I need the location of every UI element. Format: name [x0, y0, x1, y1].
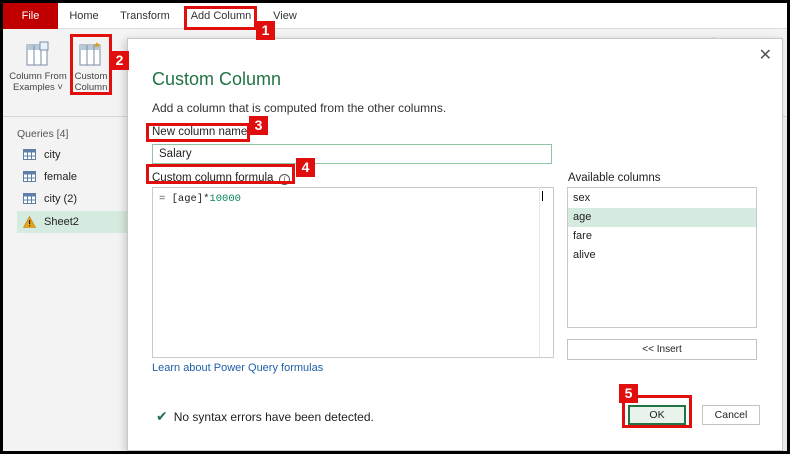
new-column-name-label: New column name	[152, 126, 248, 138]
queries-header: Queries [4]	[17, 128, 69, 140]
query-label: city (2)	[44, 193, 77, 205]
formula-reference: [age]*	[171, 193, 210, 205]
syntax-status: ✔ No syntax errors have been detected.	[156, 408, 374, 425]
formula-text: = [age]*10000	[159, 193, 241, 205]
available-column-item-selected[interactable]: age	[568, 208, 756, 227]
table-icon	[23, 149, 36, 160]
tab-file[interactable]: File	[3, 3, 58, 29]
query-item[interactable]: city	[17, 144, 129, 166]
dialog-title: Custom Column	[152, 69, 282, 89]
power-query-window: File Home Transform Add Column View Colu…	[3, 3, 787, 451]
available-column-item[interactable]: sex	[568, 189, 756, 208]
custom-column-formula-label: Custom column formula	[152, 172, 274, 184]
column-from-examples-label-1: Column From	[9, 71, 67, 82]
check-icon: ✔	[156, 408, 168, 424]
table-icon	[23, 193, 36, 204]
dropdown-arrow-icon: ˅	[57, 82, 63, 93]
custom-column-label-2: Column	[74, 82, 108, 93]
dialog-description: Add a column that is computed from the o…	[152, 101, 447, 115]
insert-button[interactable]: << Insert	[567, 339, 757, 360]
query-item[interactable]: female	[17, 166, 129, 188]
formula-scrollbar[interactable]	[539, 188, 553, 357]
formula-number: 10000	[209, 193, 241, 205]
formula-prefix: =	[159, 193, 172, 205]
column-from-examples-label-2: Examples ˅	[9, 82, 67, 93]
column-from-examples-label-2-text: Examples	[13, 82, 55, 93]
query-item-selected[interactable]: Sheet2	[17, 211, 129, 233]
custom-column-button[interactable]: Custom Column	[71, 41, 111, 93]
annotation-badge-5: 5	[619, 384, 638, 403]
table-icon	[23, 171, 36, 182]
tab-view[interactable]: View	[271, 3, 299, 29]
syntax-status-text: No syntax errors have been detected.	[173, 410, 374, 424]
info-icon[interactable]: i	[279, 174, 290, 185]
column-from-examples-icon	[26, 41, 49, 66]
available-columns-list[interactable]: sex age fare alive	[567, 187, 757, 328]
custom-column-formula-editor[interactable]: = [age]*10000	[152, 187, 554, 358]
query-label: city	[44, 149, 61, 161]
ribbon-tab-bar: File Home Transform Add Column View	[3, 3, 787, 29]
cancel-button[interactable]: Cancel	[702, 405, 760, 425]
ok-button[interactable]: OK	[628, 405, 686, 425]
annotation-badge-3: 3	[249, 116, 268, 135]
query-label: Sheet2	[44, 216, 79, 228]
custom-column-dialog: ✕ Custom Column Add a column that is com…	[127, 38, 783, 451]
tab-home[interactable]: Home	[63, 3, 105, 29]
query-label: female	[44, 171, 78, 183]
available-column-item[interactable]: fare	[568, 227, 756, 246]
tab-transform[interactable]: Transform	[117, 3, 173, 29]
custom-column-icon	[79, 42, 101, 66]
annotation-badge-1: 1	[256, 21, 275, 40]
annotation-badge-4: 4	[296, 158, 315, 177]
available-column-item[interactable]: alive	[568, 246, 756, 265]
new-column-name-input[interactable]: Salary	[152, 144, 552, 164]
queries-pane: Queries [4] city female city (2) Sheet2	[3, 118, 129, 451]
window-edge	[783, 118, 787, 451]
available-columns-label: Available columns	[568, 172, 661, 184]
warning-icon	[23, 216, 36, 228]
custom-column-label-1: Custom	[74, 71, 108, 82]
learn-power-query-link[interactable]: Learn about Power Query formulas	[152, 362, 323, 374]
close-icon[interactable]: ✕	[759, 45, 772, 65]
query-item[interactable]: city (2)	[17, 188, 129, 210]
tab-add-column[interactable]: Add Column	[186, 3, 256, 29]
column-from-examples-button[interactable]: Column From Examples ˅	[9, 41, 67, 93]
text-cursor	[542, 191, 543, 201]
annotation-badge-2: 2	[110, 51, 129, 70]
